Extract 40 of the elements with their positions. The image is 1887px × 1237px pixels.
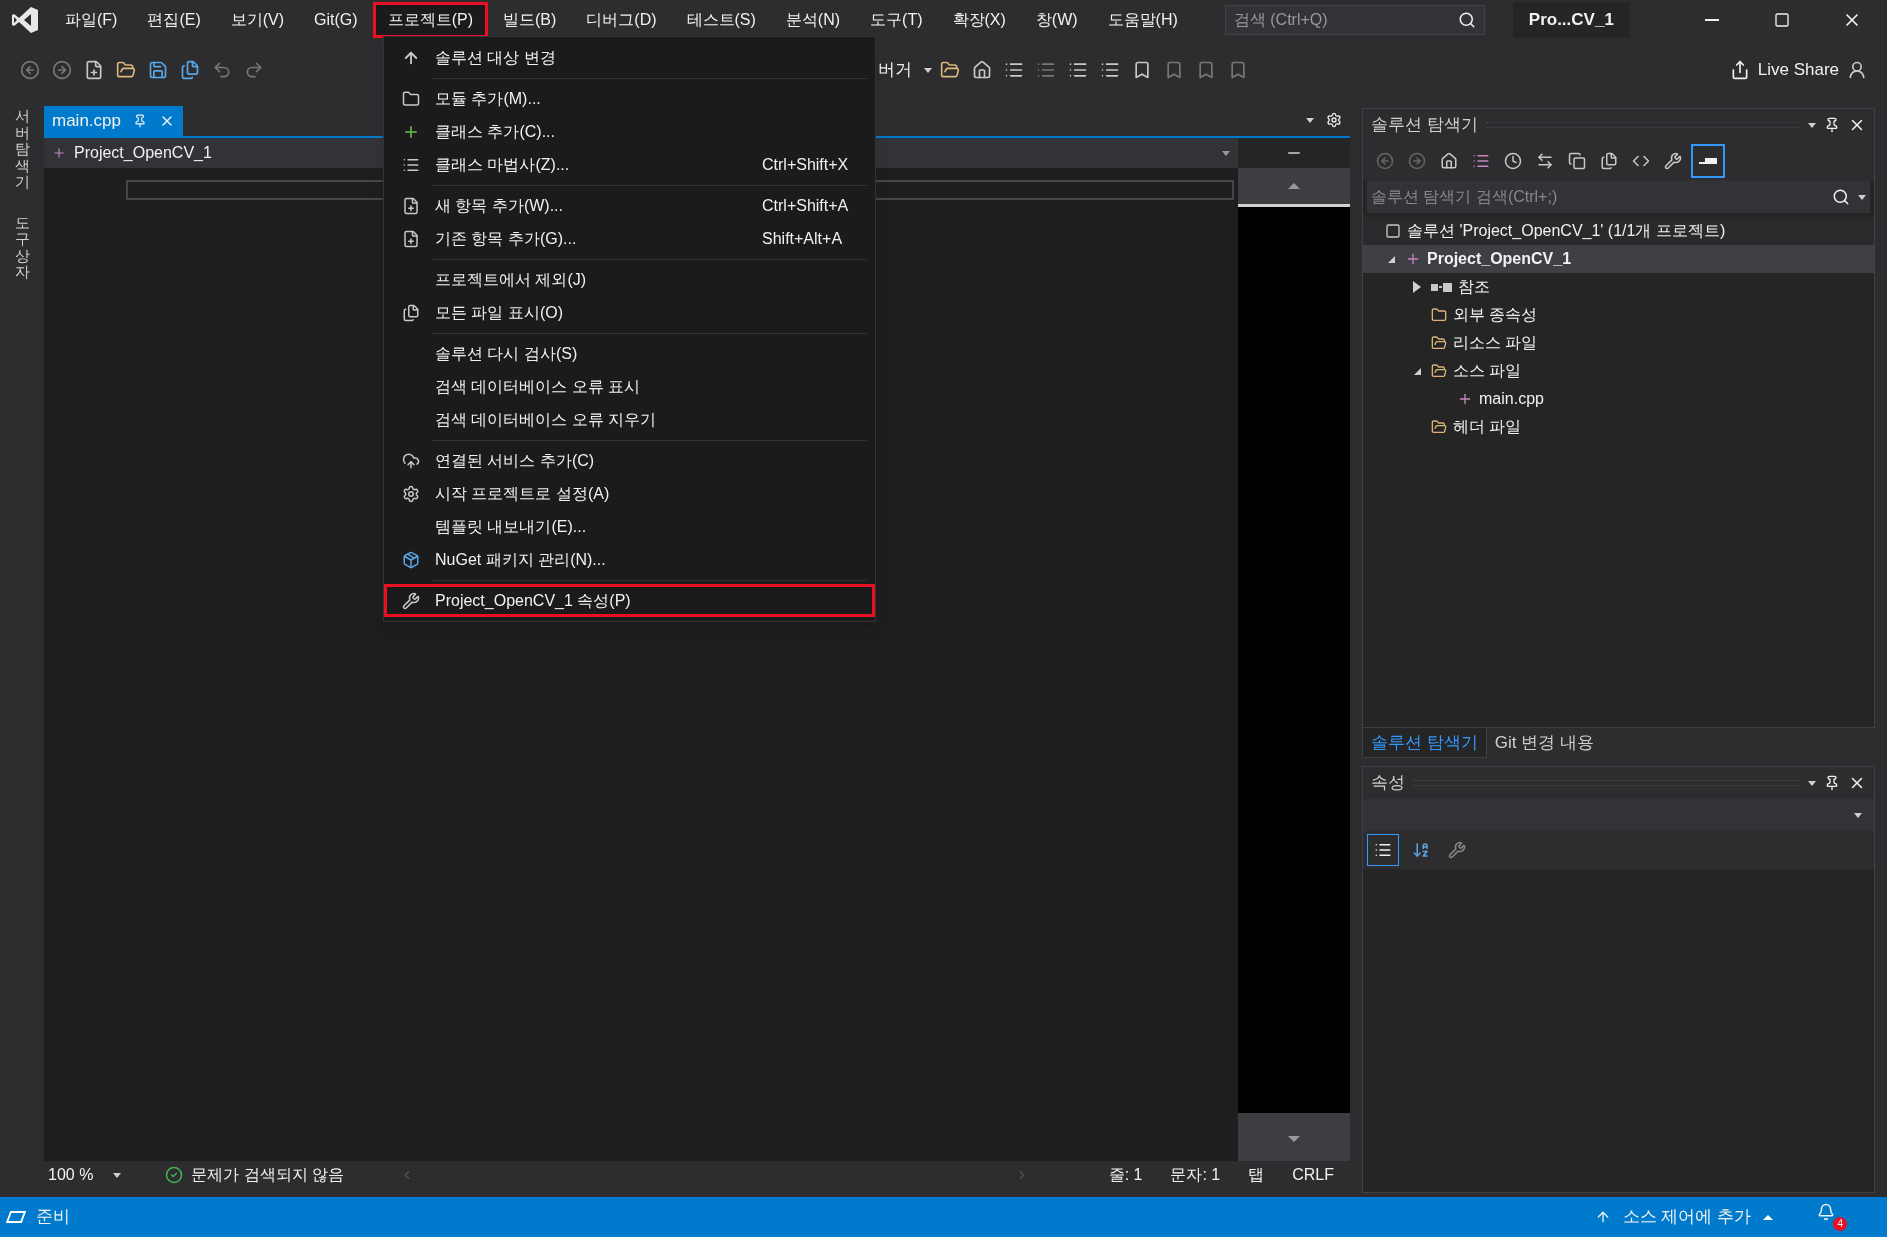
issues-status: 문제가 검색되지 않음: [191, 1165, 345, 1185]
line-number: 줄: 1: [1108, 1165, 1143, 1185]
shortcut-text: Ctrl+Shift+X: [762, 154, 850, 175]
menu-option-label: 클래스 마법사(Z)...: [435, 154, 571, 175]
tree-item-label: 외부 종속성: [1453, 305, 1538, 325]
tree-item-label: Project_OpenCV_1: [1427, 249, 1572, 269]
ready-status: 준비: [36, 1206, 70, 1229]
menu-option-label: NuGet 패키지 관리(N)...: [435, 549, 607, 570]
line-ending: CRLF: [1292, 1165, 1334, 1185]
search-placeholder: 솔루션 탐색기 검색(Ctrl+;): [1371, 187, 1558, 207]
menu-option-label: Project_OpenCV_1 속성(P): [435, 590, 632, 611]
column-number: 문자: 1: [1170, 1165, 1221, 1185]
menu-option-label: 모든 파일 표시(O): [435, 302, 564, 323]
menu-option-label: 검색 데이터베이스 오류 지우기: [435, 409, 658, 430]
menu-option-label: 검색 데이터베이스 오류 표시: [435, 376, 642, 397]
menu-option-label: 새 항목 추가(W)...: [435, 195, 564, 216]
menu-option-label: 연결된 서비스 추가(C): [435, 450, 596, 471]
panel-title: 속성: [1371, 772, 1405, 795]
menu-option-label: 기존 항목 추가(G)...: [435, 228, 578, 249]
tree-item-label: 헤더 파일: [1453, 417, 1522, 437]
search-placeholder: 검색 (Ctrl+Q): [1233, 10, 1328, 30]
menu-option-label: 솔루션 다시 검사(S): [435, 343, 579, 364]
tree-item-label: 참조: [1458, 277, 1490, 297]
menu-option-label: 클래스 추가(C)...: [435, 121, 556, 142]
window-title: Pro...CV_1: [1512, 2, 1630, 38]
menu-option-label: 솔루션 대상 변경: [435, 47, 557, 68]
indent-mode: 탭: [1248, 1165, 1265, 1185]
shortcut-text: Shift+Alt+A: [762, 228, 844, 249]
notification-count: 4: [1833, 1217, 1847, 1231]
tree-item-label: main.cpp: [1479, 389, 1544, 409]
tree-item-label: 리소스 파일: [1453, 333, 1538, 353]
tree-item-label: 솔루션 'Project_OpenCV_1' (1/1개 프로젝트): [1407, 221, 1726, 241]
tree-item-label: 소스 파일: [1453, 361, 1522, 381]
menu-option-label: 템플릿 내보내기(E)...: [435, 516, 588, 537]
navigation-dropdown-text: Project_OpenCV_1: [74, 143, 212, 163]
shortcut-text: Ctrl+Shift+A: [762, 195, 850, 216]
menu-option-label: 프로젝트에서 제외(J): [435, 269, 588, 290]
menu-option-label: 시작 프로젝트로 설정(A): [435, 483, 611, 504]
menu-option-label: 모듈 추가(M)...: [435, 88, 542, 109]
panel-title: 솔루션 탐색기: [1371, 114, 1478, 137]
